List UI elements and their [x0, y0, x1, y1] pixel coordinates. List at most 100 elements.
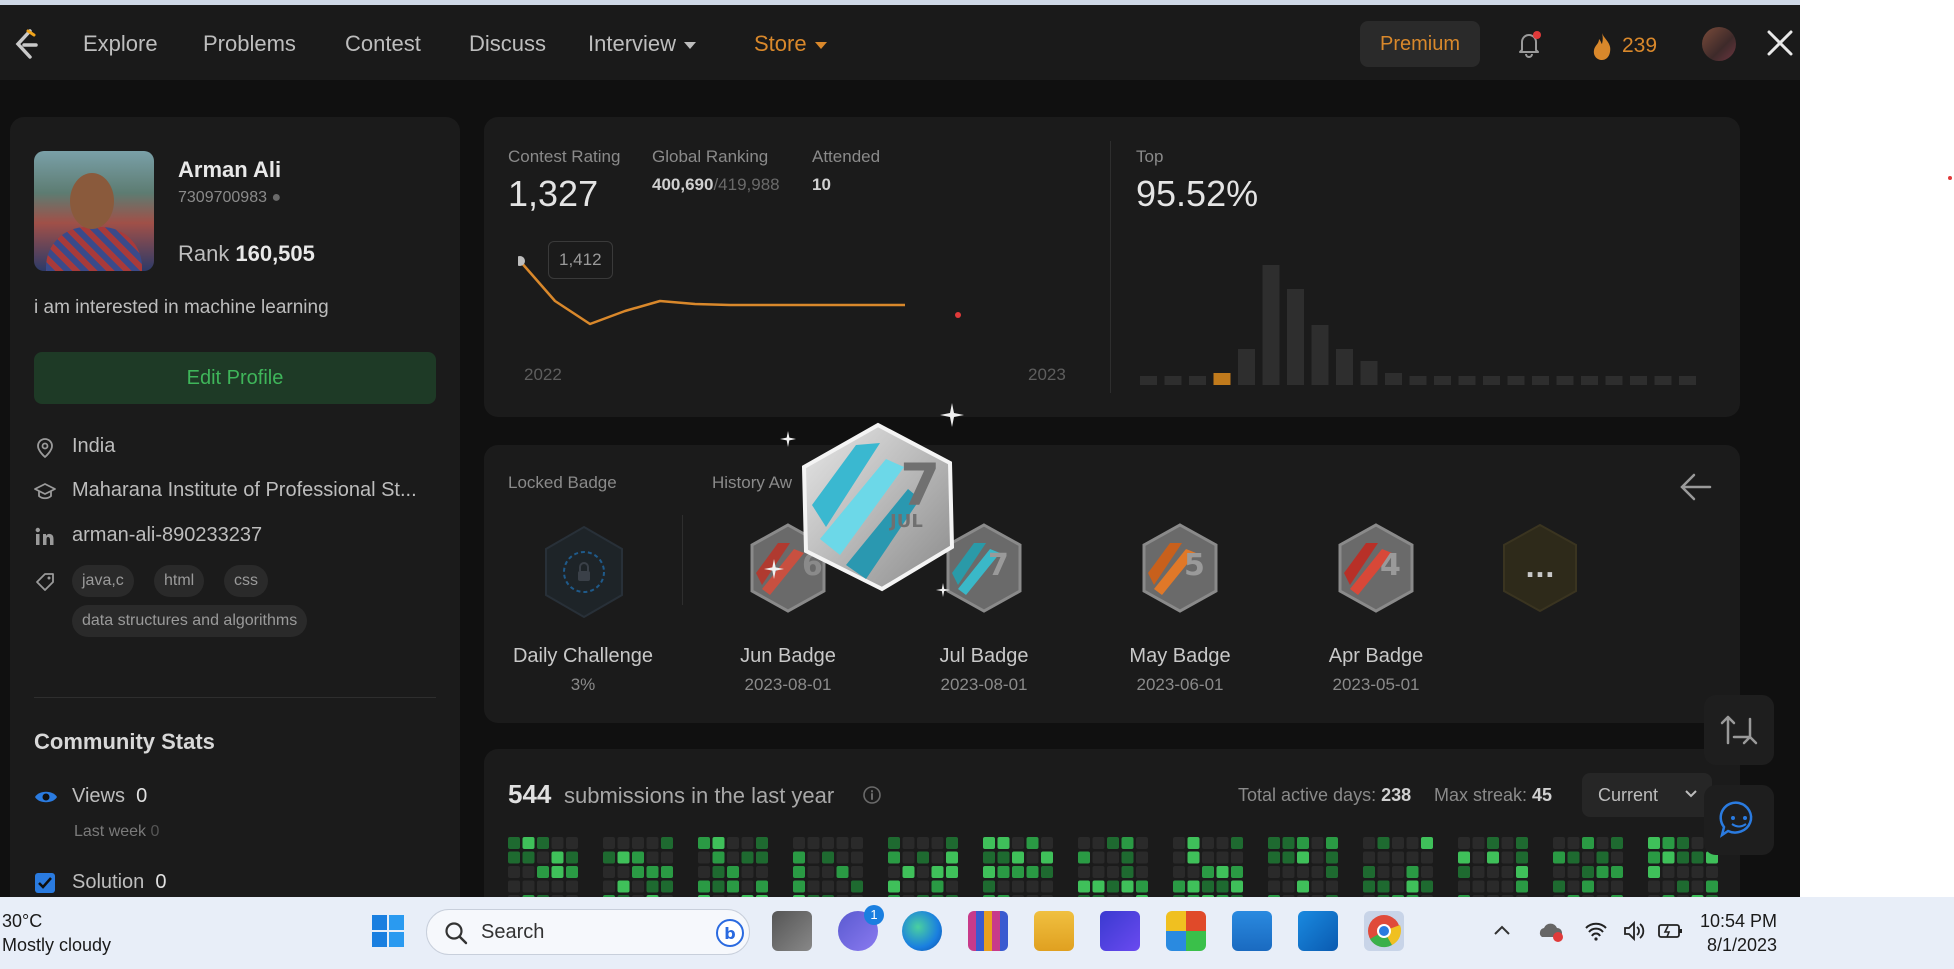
chat-button[interactable]: [1704, 785, 1774, 855]
heatmap-cell: [1421, 851, 1433, 864]
bell-icon[interactable]: [1514, 29, 1544, 59]
heatmap-cell: [931, 851, 944, 864]
divider: [34, 697, 436, 698]
battery-icon[interactable]: [1656, 919, 1684, 943]
taskbar-search[interactable]: Search b: [426, 909, 750, 955]
heatmap-cell: [983, 866, 995, 878]
heatmap-cell: [946, 837, 958, 849]
heatmap-cell: [522, 880, 535, 893]
volume-icon[interactable]: [1622, 919, 1646, 943]
nav-discuss[interactable]: Discuss: [469, 31, 546, 57]
heatmap-cell: [741, 880, 754, 893]
weather-widget[interactable]: 30°C Mostly cloudy: [2, 909, 111, 957]
heatmap-cell: [1173, 880, 1185, 893]
chevron-up-icon[interactable]: [1492, 921, 1512, 941]
avatar[interactable]: [1702, 27, 1736, 61]
chrome-icon[interactable]: [1364, 911, 1404, 951]
heatmap-cell: [698, 880, 710, 893]
histogram-bar: [1336, 349, 1353, 385]
attended-value: 10: [812, 175, 831, 194]
nav-store[interactable]: Store: [754, 31, 827, 57]
windows-start-icon[interactable]: [368, 911, 408, 951]
heatmap-cell: [1041, 866, 1053, 878]
edge-browser-icon[interactable]: [902, 911, 942, 951]
heatmap-cell: [617, 866, 630, 878]
heatmap-cell: [1363, 837, 1375, 849]
histogram-bar: [1140, 376, 1157, 385]
heatmap-cell: [1041, 851, 1053, 864]
info-icon[interactable]: [862, 785, 882, 805]
daily-challenge-badge[interactable]: [542, 525, 626, 619]
heatmap-cell: [1041, 837, 1053, 849]
heatmap-cell: [1041, 880, 1053, 893]
heatmap-cell: [566, 837, 578, 849]
heatmap-cell: [1596, 880, 1609, 893]
year-select-dropdown[interactable]: Current: [1582, 773, 1712, 817]
switch-layout-button[interactable]: [1704, 695, 1774, 765]
file-explorer-icon[interactable]: [1034, 911, 1074, 951]
premium-button[interactable]: Premium: [1360, 21, 1480, 67]
close-icon[interactable]: [1766, 29, 1794, 57]
arrow-left-icon[interactable]: [1678, 469, 1714, 505]
nav-interview[interactable]: Interview: [588, 31, 697, 57]
heatmap-cell: [1012, 880, 1024, 893]
streak-count[interactable]: 239: [1622, 34, 1657, 58]
ms-store-icon[interactable]: [1166, 911, 1206, 951]
badge-name: May Badge: [1129, 645, 1231, 667]
rating-point-current: [955, 312, 961, 318]
badge-number: 4: [1380, 548, 1401, 583]
heatmap-cell: [522, 866, 535, 878]
wifi-icon[interactable]: [1584, 919, 1608, 943]
heatmap-cell: [1516, 837, 1528, 849]
vscode-icon[interactable]: [1298, 911, 1338, 951]
ms-app-icon[interactable]: [1100, 911, 1140, 951]
submission-heatmap[interactable]: [508, 837, 1718, 897]
heatmap-cell: [698, 851, 710, 864]
contest-rating-label: Contest Rating: [508, 147, 621, 166]
onedrive-icon[interactable]: [1536, 919, 1566, 943]
heatmap-cell: [1706, 866, 1718, 878]
apr-badge-icon[interactable]: 4: [1336, 523, 1416, 613]
heatmap-cell: [1173, 837, 1185, 849]
popup-badge-number: 7: [900, 451, 940, 519]
heatmap-cell: [1677, 866, 1689, 878]
histogram-bar: [1213, 373, 1231, 385]
notepad-icon[interactable]: [1232, 911, 1272, 951]
heatmap-cell: [1458, 837, 1470, 849]
rating-histogram[interactable]: [1140, 257, 1710, 387]
may-badge-icon[interactable]: 5: [1140, 523, 1220, 613]
heatmap-cell: [902, 851, 915, 864]
system-clock[interactable]: 10:54 PM 8/1/2023: [1700, 909, 1777, 957]
nav-explore[interactable]: Explore: [83, 31, 158, 57]
skill-tag[interactable]: css: [224, 565, 268, 597]
heatmap-cell: [661, 866, 673, 878]
badge-date: 2023-06-01: [1136, 675, 1224, 694]
teams-chat-icon[interactable]: 1: [838, 905, 884, 951]
linkedin-text[interactable]: arman-ali-890233237: [72, 524, 262, 547]
heatmap-cell: [756, 851, 768, 864]
global-ranking-value: 400,690/419,988: [652, 175, 780, 195]
more-badges-icon[interactable]: ...: [1500, 523, 1580, 613]
heatmap-cell: [712, 866, 725, 878]
edit-profile-button[interactable]: Edit Profile: [34, 352, 436, 404]
badge-divider: [682, 515, 683, 605]
skill-tag[interactable]: data structures and algorithms: [72, 605, 308, 637]
heatmap-cell: [1136, 880, 1148, 893]
heatmap-cell: [1487, 880, 1499, 893]
task-view-icon[interactable]: [772, 911, 812, 951]
heatmap-cell: [522, 837, 535, 849]
heatmap-cell: [1406, 866, 1419, 878]
nav-problems[interactable]: Problems: [203, 31, 296, 57]
flame-icon[interactable]: [1590, 31, 1614, 61]
skill-tag[interactable]: java,c: [72, 565, 134, 597]
skill-tag[interactable]: html: [154, 565, 205, 597]
vertical-divider: [1110, 141, 1111, 393]
solution-label-text: Solution: [72, 871, 145, 893]
heatmap-cell: [1268, 837, 1280, 849]
solution-label: Solution 0: [72, 871, 167, 894]
nav-contest[interactable]: Contest: [345, 31, 421, 57]
winrar-icon[interactable]: [968, 911, 1008, 951]
leetcode-logo-icon[interactable]: [14, 29, 40, 61]
heatmap-cell: [1501, 866, 1514, 878]
heatmap-cell: [931, 866, 944, 878]
